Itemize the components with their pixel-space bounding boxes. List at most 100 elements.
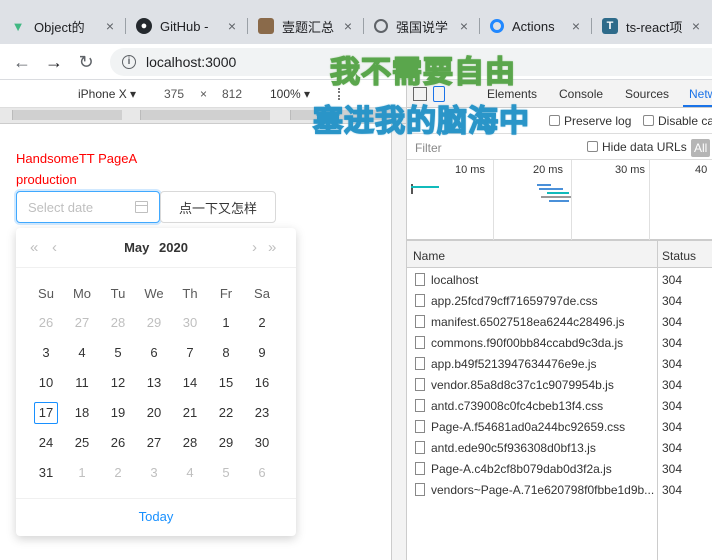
file-icon: [415, 462, 425, 475]
calendar-day[interactable]: 16: [244, 372, 280, 394]
device-height[interactable]: 812: [222, 87, 242, 101]
table-row[interactable]: manifest.65027518ea6244c28496.js 304: [407, 311, 712, 332]
calendar-day[interactable]: 3: [28, 342, 64, 364]
today-link[interactable]: Today: [16, 498, 296, 536]
calendar-day[interactable]: 12: [100, 372, 136, 394]
tab-console[interactable]: Console: [559, 87, 603, 101]
info-icon[interactable]: i: [122, 55, 136, 69]
table-row[interactable]: antd.c739008c0fc4cbeb13f4.css 304: [407, 395, 712, 416]
table-row[interactable]: app.b49f5213947634476e9e.js 304: [407, 353, 712, 374]
browser-tab[interactable]: 强国说学 ×: [364, 8, 480, 44]
calendar-day[interactable]: 6: [136, 342, 172, 364]
day-number: 17: [34, 402, 58, 424]
column-status[interactable]: Status: [662, 249, 696, 263]
calendar-day[interactable]: 11: [64, 372, 100, 394]
zoom-select[interactable]: 100% ▾: [270, 87, 310, 101]
calendar-day[interactable]: 21: [172, 402, 208, 424]
hide-data-urls-checkbox[interactable]: Hide data URLs: [587, 140, 687, 154]
calendar-month[interactable]: May: [124, 240, 149, 255]
tab-network[interactable]: Netw: [689, 87, 712, 101]
filter-all-button[interactable]: All: [691, 139, 711, 157]
back-icon[interactable]: ←: [10, 50, 34, 74]
calendar-day[interactable]: 22: [208, 402, 244, 424]
calendar-day[interactable]: 28: [172, 432, 208, 454]
calendar-day[interactable]: 5: [100, 342, 136, 364]
day-number: 3: [42, 345, 50, 360]
calendar-day[interactable]: 31: [28, 462, 64, 484]
filter-input[interactable]: Filter: [415, 141, 442, 155]
disable-cache-checkbox[interactable]: Disable cac: [643, 114, 712, 128]
browser-tab[interactable]: 壹题汇总 ×: [248, 8, 364, 44]
browser-tab[interactable]: ● GitHub - ×: [126, 8, 248, 44]
request-status: 304: [662, 420, 683, 434]
table-row[interactable]: antd.ede90c5f936308d0bf13.js 304: [407, 437, 712, 458]
table-row[interactable]: vendors~Page-A.71e620798f0fbbe1d9b... 304: [407, 479, 712, 500]
calendar-day[interactable]: 27: [64, 312, 100, 334]
calendar-day[interactable]: 8: [208, 342, 244, 364]
browser-tab[interactable]: T ts-react项 ×: [592, 8, 712, 44]
table-row[interactable]: Page-A.c4b2cf8b079dab0d3f2a.js 304: [407, 458, 712, 479]
date-picker-input[interactable]: Select date: [16, 191, 160, 223]
calendar-day[interactable]: 18: [64, 402, 100, 424]
calendar-day[interactable]: 30: [244, 432, 280, 454]
calendar-day[interactable]: 4: [172, 462, 208, 484]
calendar-year[interactable]: 2020: [159, 240, 188, 255]
table-row[interactable]: commons.f90f00bb84ccabd9c3da.js 304: [407, 332, 712, 353]
device-width[interactable]: 375: [164, 87, 184, 101]
calendar-day[interactable]: 9: [244, 342, 280, 364]
next-month-icon[interactable]: ›: [252, 239, 257, 256]
preserve-log-checkbox[interactable]: Preserve log: [549, 114, 631, 128]
calendar-day[interactable]: 26: [28, 312, 64, 334]
tab-sources[interactable]: Sources: [625, 87, 669, 101]
calendar-day[interactable]: 6: [244, 462, 280, 484]
calendar-day[interactable]: 1: [208, 312, 244, 334]
request-name: manifest.65027518ea6244c28496.js: [431, 315, 625, 329]
table-row[interactable]: app.25fcd79cff71659797de.css 304: [407, 290, 712, 311]
calendar-day[interactable]: 23: [244, 402, 280, 424]
calendar-day[interactable]: 25: [64, 432, 100, 454]
reload-icon[interactable]: ↻: [74, 50, 98, 74]
next-year-icon[interactable]: »: [268, 239, 276, 256]
calendar-day[interactable]: 28: [100, 312, 136, 334]
calendar-day[interactable]: 10: [28, 372, 64, 394]
active-tab-indicator: [683, 105, 712, 107]
request-name: app.25fcd79cff71659797de.css: [431, 294, 598, 308]
table-row[interactable]: localhost 304: [407, 269, 712, 290]
browser-tab[interactable]: ▼ Object的 ×: [0, 8, 126, 44]
calendar-day[interactable]: 20: [136, 402, 172, 424]
forward-icon[interactable]: →: [42, 50, 66, 74]
calendar-day[interactable]: 29: [136, 312, 172, 334]
close-icon[interactable]: ×: [224, 18, 240, 34]
calendar-day[interactable]: 2: [244, 312, 280, 334]
calendar-day[interactable]: 3: [136, 462, 172, 484]
calendar-day[interactable]: 7: [172, 342, 208, 364]
calendar-day[interactable]: 5: [208, 462, 244, 484]
calendar-day[interactable]: 24: [28, 432, 64, 454]
column-name[interactable]: Name: [413, 249, 445, 263]
calendar-day[interactable]: 1: [64, 462, 100, 484]
close-icon[interactable]: ×: [568, 18, 584, 34]
calendar-day[interactable]: 13: [136, 372, 172, 394]
table-row[interactable]: vendor.85a8d8c37c1c9079954b.js 304: [407, 374, 712, 395]
calendar-day[interactable]: 29: [208, 432, 244, 454]
device-select[interactable]: iPhone X ▾: [78, 87, 136, 101]
file-icon: [415, 294, 425, 307]
click-button[interactable]: 点一下又怎样: [160, 191, 276, 223]
calendar-day[interactable]: 17: [28, 402, 64, 424]
close-icon[interactable]: ×: [456, 18, 472, 34]
calendar-day[interactable]: 2: [100, 462, 136, 484]
calendar-day[interactable]: 30: [172, 312, 208, 334]
calendar-day[interactable]: 14: [172, 372, 208, 394]
close-icon[interactable]: ×: [102, 18, 118, 34]
table-row[interactable]: Page-A.f54681ad0a244bc92659.css 304: [407, 416, 712, 437]
calendar-day[interactable]: 26: [100, 432, 136, 454]
calendar-day[interactable]: 15: [208, 372, 244, 394]
calendar-day[interactable]: 19: [100, 402, 136, 424]
close-icon[interactable]: ×: [340, 18, 356, 34]
close-icon[interactable]: ×: [688, 18, 704, 34]
calendar-day[interactable]: 4: [64, 342, 100, 364]
calendar-icon[interactable]: [135, 201, 148, 213]
request-name: vendor.85a8d8c37c1c9079954b.js: [431, 378, 614, 392]
calendar-day[interactable]: 27: [136, 432, 172, 454]
browser-tab[interactable]: Actions ×: [480, 8, 592, 44]
